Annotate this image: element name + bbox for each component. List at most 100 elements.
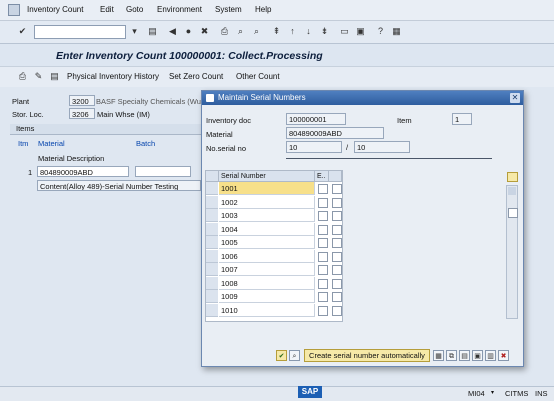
serial-number-cell[interactable]: 1005 (219, 236, 315, 249)
help-icon[interactable]: ? (374, 25, 387, 38)
row-selector[interactable] (206, 195, 218, 209)
other-count-button[interactable]: Other Count (236, 72, 280, 81)
row-checkbox-extra[interactable] (332, 305, 342, 316)
find-next-icon[interactable]: ⌕ (250, 25, 263, 38)
scroll-up-icon[interactable] (508, 187, 516, 195)
row-selector[interactable] (206, 236, 218, 249)
grid-icon[interactable]: ▦ (433, 350, 444, 361)
menu-help[interactable]: Help (255, 5, 271, 14)
serial-number-cell[interactable]: 1006 (219, 249, 315, 263)
close-icon[interactable]: ✕ (510, 93, 520, 103)
row-selector[interactable] (206, 249, 218, 263)
serial-number-cell[interactable]: 1003 (219, 209, 315, 222)
history-icon[interactable]: ▤ (48, 70, 61, 83)
table-settings-icon[interactable] (507, 172, 518, 182)
set-zero-count-button[interactable]: Set Zero Count (169, 72, 223, 81)
back-icon[interactable]: ◀ (166, 25, 179, 38)
row-checkbox-extra[interactable] (332, 224, 342, 235)
copy-icon[interactable]: ⧉ (446, 350, 457, 361)
menu-environment[interactable]: Environment (157, 5, 202, 14)
row-checkbox-e[interactable] (318, 278, 328, 289)
row-checkbox-extra[interactable] (332, 184, 342, 194)
row-checkbox-extra[interactable] (332, 265, 342, 275)
item-field: 1 (452, 113, 472, 125)
input-mode[interactable]: INS (535, 389, 548, 398)
row-selector-header[interactable] (206, 171, 219, 182)
scroll-thumb[interactable] (508, 208, 518, 218)
row-selector[interactable] (206, 276, 218, 290)
row-checkbox-e[interactable] (318, 305, 328, 316)
serial-number-cell[interactable]: 1008 (219, 276, 315, 290)
dropdown-icon[interactable]: ▾ (128, 25, 141, 38)
menu-goto[interactable]: Goto (126, 5, 143, 14)
row-checkbox-e[interactable] (318, 251, 328, 262)
first-page-icon[interactable]: ⇞ (270, 25, 283, 38)
column-e[interactable]: E.. (315, 171, 329, 182)
status-dropdown-icon[interactable]: ▾ (491, 389, 494, 396)
shortcut-icon[interactable]: ▣ (354, 25, 367, 38)
list-icon[interactable]: ▤ (459, 350, 470, 361)
details-icon[interactable]: ▣ (472, 350, 483, 361)
confirm-check-icon[interactable]: ✔ (276, 350, 287, 361)
batch-field[interactable] (135, 166, 191, 177)
row-selector[interactable] (206, 263, 218, 276)
create-serial-number-automatically-button[interactable]: Create serial number automatically (304, 349, 430, 362)
row-checkbox-e[interactable] (318, 265, 328, 275)
menu-inventory-count[interactable]: Inventory Count (27, 5, 83, 14)
row-selector[interactable] (206, 182, 218, 195)
column-batch[interactable]: Batch (136, 139, 155, 148)
vertical-scrollbar[interactable] (506, 185, 518, 319)
row-checkbox-extra[interactable] (332, 238, 342, 248)
layout-icon[interactable]: ▦ (390, 25, 403, 38)
material-field[interactable]: 804890009ABD (37, 166, 129, 177)
edit-pencil-icon[interactable]: ✎ (32, 70, 45, 83)
row-checkbox-extra[interactable] (332, 211, 342, 221)
print-icon[interactable]: ⎙ (218, 25, 231, 38)
delete-icon[interactable]: ▥ (485, 350, 496, 361)
command-field[interactable] (34, 25, 126, 39)
row-checkbox-e[interactable] (318, 238, 328, 248)
column-item[interactable]: Itm (18, 139, 28, 148)
row-selector[interactable] (206, 222, 218, 236)
row-checkbox-extra[interactable] (332, 251, 342, 262)
serial-number-cell[interactable]: 1009 (219, 290, 315, 303)
column-serial-number[interactable]: Serial Number (219, 171, 315, 182)
cancel-icon[interactable]: ✖ (198, 25, 211, 38)
row-checkbox-extra[interactable] (332, 197, 342, 208)
storage-location-field[interactable]: 3206 (69, 108, 95, 119)
items-tab[interactable]: Items (10, 124, 216, 135)
row-checkbox-e[interactable] (318, 211, 328, 221)
serial-number-cell[interactable]: 1007 (219, 263, 315, 276)
serial-number-cell[interactable]: 1002 (219, 195, 315, 209)
column-material[interactable]: Material (38, 139, 65, 148)
serial-number-cell[interactable]: 1010 (219, 303, 315, 317)
row-checkbox-e[interactable] (318, 292, 328, 302)
exit-icon[interactable]: ● (182, 25, 195, 38)
row-checkbox-extra[interactable] (332, 278, 342, 289)
row-checkbox-extra[interactable] (332, 292, 342, 302)
serial-number-cell[interactable]: 1001 (219, 182, 315, 195)
next-page-icon[interactable]: ↓ (302, 25, 315, 38)
enter-icon[interactable]: ✔ (16, 25, 29, 38)
serial-number-cell[interactable]: 1004 (219, 222, 315, 236)
row-checkbox-e[interactable] (318, 224, 328, 235)
prev-page-icon[interactable]: ↑ (286, 25, 299, 38)
row-checkbox-e[interactable] (318, 197, 328, 208)
no-serial-total-field: 10 (354, 141, 410, 153)
menu-edit[interactable]: Edit (100, 5, 114, 14)
find-icon[interactable]: ⌕ (234, 25, 247, 38)
cancel-icon-dialog[interactable]: ✖ (498, 350, 509, 361)
plant-field[interactable]: 3200 (69, 95, 95, 106)
last-page-icon[interactable]: ⇟ (318, 25, 331, 38)
row-checkbox-e[interactable] (318, 184, 328, 194)
row-selector[interactable] (206, 290, 218, 303)
search-icon[interactable]: ⌕ (289, 350, 300, 361)
row-selector[interactable] (206, 209, 218, 222)
menu-system[interactable]: System (215, 5, 242, 14)
row-selector[interactable] (206, 303, 218, 317)
menu-icon[interactable] (8, 4, 20, 16)
physical-inventory-history-button[interactable]: Physical Inventory History (67, 72, 159, 81)
new-session-icon[interactable]: ▭ (338, 25, 351, 38)
save-icon[interactable]: ▤ (146, 25, 159, 38)
display-icon[interactable]: ⎙ (16, 70, 29, 83)
